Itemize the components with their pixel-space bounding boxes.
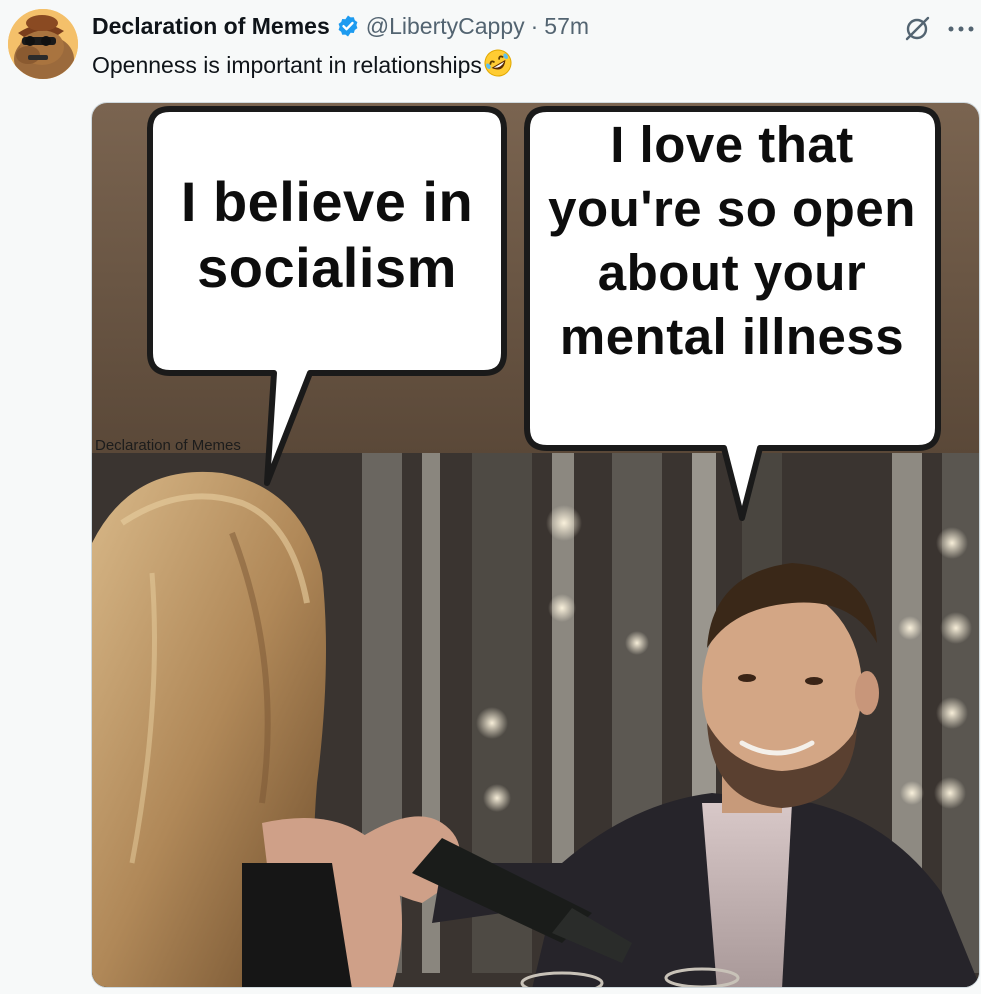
avatar[interactable]: [8, 9, 78, 79]
timestamp[interactable]: 57m: [544, 10, 589, 42]
tweet-text-content: Openness is important in relationships: [92, 52, 482, 78]
right-speech-bubble-text: I love that you're so open about your me…: [548, 116, 916, 365]
verified-badge-icon[interactable]: [336, 14, 360, 38]
tweet[interactable]: Declaration of Memes @LibertyCappy · 57m…: [0, 0, 981, 994]
more-options-icon[interactable]: [946, 24, 976, 34]
rolling-laughing-emoji-icon: [484, 49, 512, 77]
tweet-text: Openness is important in relationships: [92, 48, 513, 81]
capybara-avatar-icon: [8, 9, 78, 79]
tweet-header: Declaration of Memes @LibertyCappy · 57m: [92, 10, 589, 42]
tweet-media-image[interactable]: I believe in socialism I love that you'r…: [91, 102, 980, 988]
grok-slash-icon[interactable]: [902, 14, 932, 44]
watermark: Declaration of Memes: [95, 437, 241, 454]
left-speech-bubble-text: I believe in socialism: [180, 170, 474, 299]
separator-dot: ·: [530, 13, 539, 39]
display-name[interactable]: Declaration of Memes: [92, 10, 330, 42]
user-handle[interactable]: @LibertyCappy: [366, 10, 525, 42]
